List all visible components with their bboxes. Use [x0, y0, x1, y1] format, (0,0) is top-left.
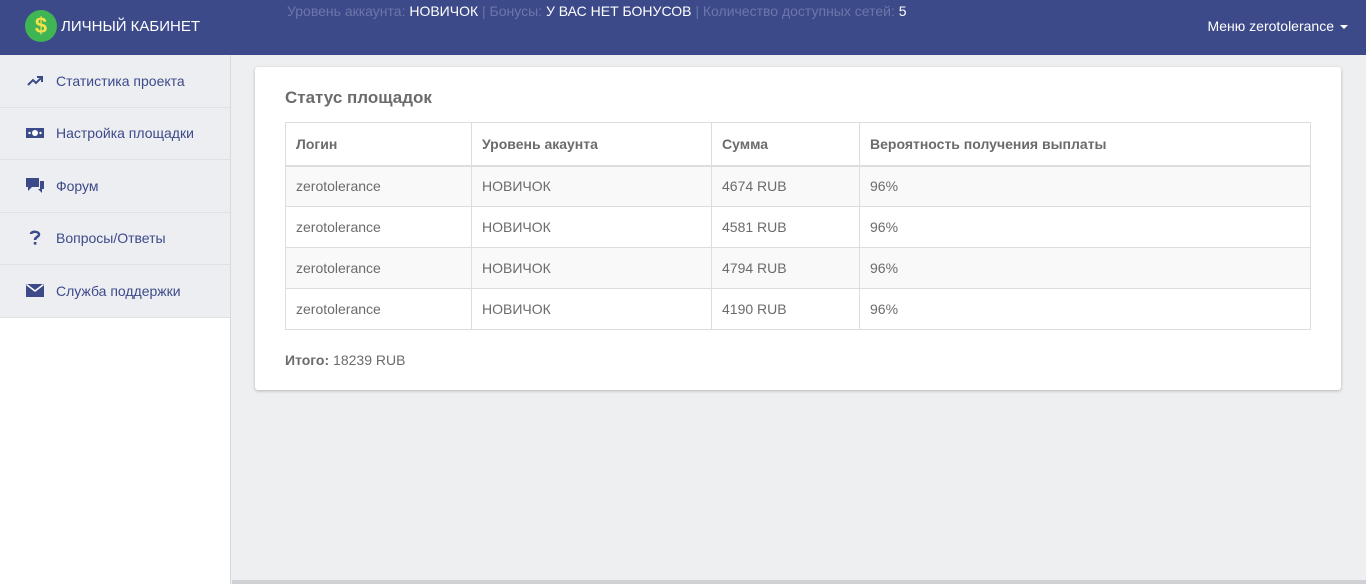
chat-icon	[25, 177, 45, 194]
cell-payout-probability: 96%	[859, 288, 1311, 330]
top-navbar: $ ЛИЧНЫЙ КАБИНЕТ Уровень аккаунта: НОВИЧ…	[0, 0, 1366, 55]
cell-amount: 4190 RUB	[711, 288, 860, 330]
cell-login: zerotolerance	[285, 247, 472, 289]
total-summary: Итого: 18239 RUB	[285, 352, 405, 368]
total-value: 18239 RUB	[333, 352, 406, 368]
money-icon	[25, 125, 45, 141]
cell-amount: 4581 RUB	[711, 206, 860, 248]
cell-amount: 4794 RUB	[711, 247, 860, 289]
account-level-value: НОВИЧОК	[409, 3, 479, 19]
cell-account-level: НОВИЧОК	[471, 165, 712, 207]
table-row: zerotolerance НОВИЧОК 4581 RUB 96%	[285, 206, 1311, 248]
sidebar-item-label: Форум	[56, 177, 99, 194]
bottom-divider	[232, 580, 1366, 584]
sidebar-item-label: Вопросы/Ответы	[56, 230, 166, 247]
brand-title: ЛИЧНЫЙ КАБИНЕТ	[61, 17, 201, 35]
sidebar-item-site-settings[interactable]: Настройка площадки	[0, 107, 230, 160]
table-row: zerotolerance НОВИЧОК 4190 RUB 96%	[285, 288, 1311, 330]
table-header-row: Логин Уровень акаунта Сумма Вероятность …	[285, 122, 1311, 167]
column-header-payout-probability: Вероятность получения выплаты	[859, 122, 1311, 167]
table-row: zerotolerance НОВИЧОК 4794 RUB 96%	[285, 247, 1311, 289]
column-header-account-level: Уровень акаунта	[471, 122, 712, 167]
cell-account-level: НОВИЧОК	[471, 288, 712, 330]
status-separator: |	[695, 3, 699, 19]
caret-down-icon	[1340, 25, 1348, 29]
status-separator: |	[482, 3, 486, 19]
account-status-line: Уровень аккаунта: НОВИЧОК | Бонусы: У ВА…	[287, 3, 907, 19]
column-header-amount: Сумма	[711, 122, 860, 167]
sidebar-item-project-stats[interactable]: Статистика проекта	[0, 55, 230, 108]
cell-login: zerotolerance	[285, 165, 472, 207]
cell-account-level: НОВИЧОК	[471, 247, 712, 289]
account-level-label: Уровень аккаунта:	[287, 3, 406, 19]
dollar-icon: $	[25, 10, 57, 42]
cell-payout-probability: 96%	[859, 247, 1311, 289]
cell-payout-probability: 96%	[859, 206, 1311, 248]
sidebar-item-label: Служба поддержки	[56, 282, 181, 299]
bonuses-value: У ВАС НЕТ БОНУСОВ	[545, 3, 692, 19]
user-menu-label: Меню zerotolerance	[1207, 18, 1334, 34]
sidebar-item-support[interactable]: Служба поддержки	[0, 265, 230, 318]
cell-account-level: НОВИЧОК	[471, 206, 712, 248]
trending-up-icon	[25, 73, 45, 89]
brand[interactable]: $ ЛИЧНЫЙ КАБИНЕТ	[25, 10, 200, 42]
sidebar: Статистика проекта Настройка площадки Фо…	[0, 55, 231, 584]
networks-value: 5	[898, 3, 907, 19]
envelope-icon	[25, 283, 45, 299]
sidebar-item-label: Настройка площадки	[56, 125, 194, 142]
cell-payout-probability: 96%	[859, 165, 1311, 207]
user-menu-dropdown[interactable]: Меню zerotolerance	[1207, 18, 1348, 34]
question-icon	[25, 230, 45, 246]
sidebar-item-label: Статистика проекта	[56, 72, 185, 89]
column-header-login: Логин	[285, 122, 472, 167]
card-title: Статус площадок	[285, 88, 432, 107]
networks-label: Количество доступных сетей:	[702, 3, 895, 19]
table-row: zerotolerance НОВИЧОК 4674 RUB 96%	[285, 165, 1311, 207]
cell-login: zerotolerance	[285, 206, 472, 248]
site-status-table: Логин Уровень акаунта Сумма Вероятность …	[285, 122, 1311, 330]
sidebar-nav: Статистика проекта Настройка площадки Фо…	[0, 55, 230, 318]
total-label: Итого:	[285, 352, 330, 368]
sidebar-item-faq[interactable]: Вопросы/Ответы	[0, 212, 230, 265]
sidebar-item-forum[interactable]: Форум	[0, 160, 230, 213]
cell-amount: 4674 RUB	[711, 165, 860, 207]
cell-login: zerotolerance	[285, 288, 472, 330]
site-status-card: Статус площадок Логин Уровень акаунта Су…	[255, 67, 1341, 390]
bonuses-label: Бонусы:	[489, 3, 543, 19]
